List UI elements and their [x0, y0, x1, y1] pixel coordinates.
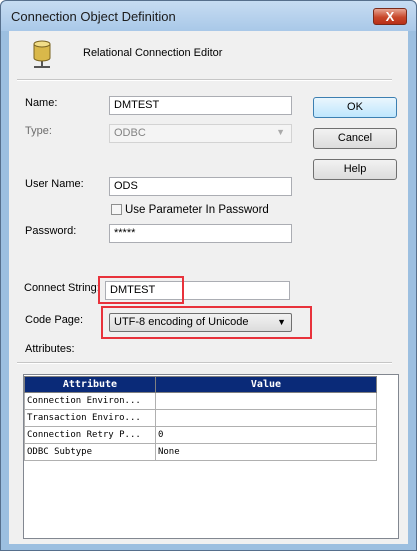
type-label: Type:	[25, 125, 52, 137]
close-button[interactable]: X	[373, 8, 407, 25]
dialog-client-area: Relational Connection Editor Name: DMTES…	[9, 31, 408, 544]
value-cell[interactable]: 0	[154, 426, 378, 444]
attributes-separator	[17, 362, 392, 364]
name-field[interactable]: DMTEST	[109, 96, 292, 115]
user-name-label: User Name:	[25, 178, 84, 190]
value-cell[interactable]	[154, 409, 378, 427]
code-page-label: Code Page:	[25, 314, 84, 326]
value-column-header[interactable]: Value	[154, 376, 378, 393]
user-name-field[interactable]: ODS	[109, 177, 292, 196]
attribute-cell: Connection Environ...	[24, 392, 156, 410]
type-select[interactable]: ODBC ▼	[109, 124, 292, 143]
value-cell[interactable]: None	[154, 443, 378, 461]
use-parameter-checkbox[interactable]	[111, 204, 122, 215]
table-row[interactable]: Transaction Enviro...	[24, 409, 378, 427]
connect-string-highlight	[98, 276, 184, 304]
header-separator	[17, 79, 392, 81]
dialog-window: Connection Object Definition X Relationa…	[0, 0, 417, 551]
ok-button[interactable]: OK	[313, 97, 397, 118]
connect-string-label: Connect String:	[24, 282, 100, 294]
editor-subtitle: Relational Connection Editor	[83, 47, 223, 59]
name-label: Name:	[25, 97, 58, 109]
value-cell[interactable]	[154, 392, 378, 410]
attribute-cell: Connection Retry P...	[24, 426, 156, 444]
table-row[interactable]: ODBC Subtype None	[24, 443, 378, 461]
chevron-down-icon: ▼	[276, 127, 285, 137]
database-icon	[33, 40, 51, 68]
attributes-table: Attribute Value Connection Environ... Tr…	[24, 376, 378, 461]
type-value: ODBC	[114, 127, 146, 139]
window-title: Connection Object Definition	[11, 9, 176, 24]
help-button[interactable]: Help	[313, 159, 397, 180]
attribute-cell: Transaction Enviro...	[24, 409, 156, 427]
password-field[interactable]: *****	[109, 224, 292, 243]
attribute-cell: ODBC Subtype	[24, 443, 156, 461]
title-bar[interactable]: Connection Object Definition X	[1, 1, 416, 31]
password-label: Password:	[25, 225, 77, 237]
code-page-highlight	[101, 306, 312, 339]
attributes-label: Attributes:	[25, 343, 75, 355]
use-parameter-label[interactable]: Use Parameter In Password	[125, 204, 269, 216]
cancel-button[interactable]: Cancel	[313, 128, 397, 149]
attribute-column-header[interactable]: Attribute	[24, 376, 156, 393]
table-row[interactable]: Connection Retry P... 0	[24, 426, 378, 444]
table-row[interactable]: Connection Environ...	[24, 392, 378, 410]
